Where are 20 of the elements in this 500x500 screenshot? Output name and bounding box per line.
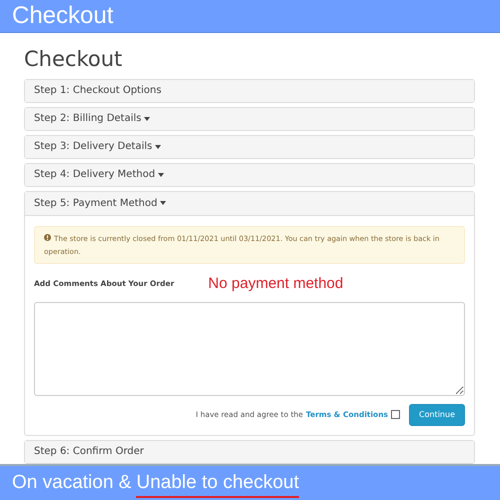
step-header[interactable]: Step 6: Confirm Order (25, 440, 474, 463)
banner-title: Checkout (12, 2, 114, 30)
step-header[interactable]: Step 2: Billing Details (25, 108, 474, 130)
step-title: Step 5: Payment Method (34, 198, 166, 209)
step-title: Step 6: Confirm Order (34, 446, 144, 458)
step-title: Step 4: Delivery Method (34, 169, 164, 180)
step-header[interactable]: Step 1: Checkout Options (25, 80, 474, 102)
agree-checkbox[interactable] (391, 410, 400, 420)
annotation-text: No payment method (208, 275, 344, 292)
step-title: Step 2: Billing Details (34, 113, 150, 124)
step-header[interactable]: Step 3: Delivery Details (25, 136, 474, 158)
caption-text: On vacation & (12, 472, 132, 494)
page-heading: Checkout (24, 46, 124, 73)
comments-field[interactable] (34, 302, 465, 396)
step-header[interactable]: Step 4: Delivery Method (25, 164, 474, 186)
step-title: Step 3: Delivery Details (34, 141, 162, 152)
step-header[interactable]: Step 5: Payment Method (25, 192, 474, 216)
exclamation-icon (44, 234, 51, 241)
caption-emphasis: Unable to checkout (136, 472, 300, 498)
step-title: Step 1: Checkout Options (34, 85, 162, 96)
